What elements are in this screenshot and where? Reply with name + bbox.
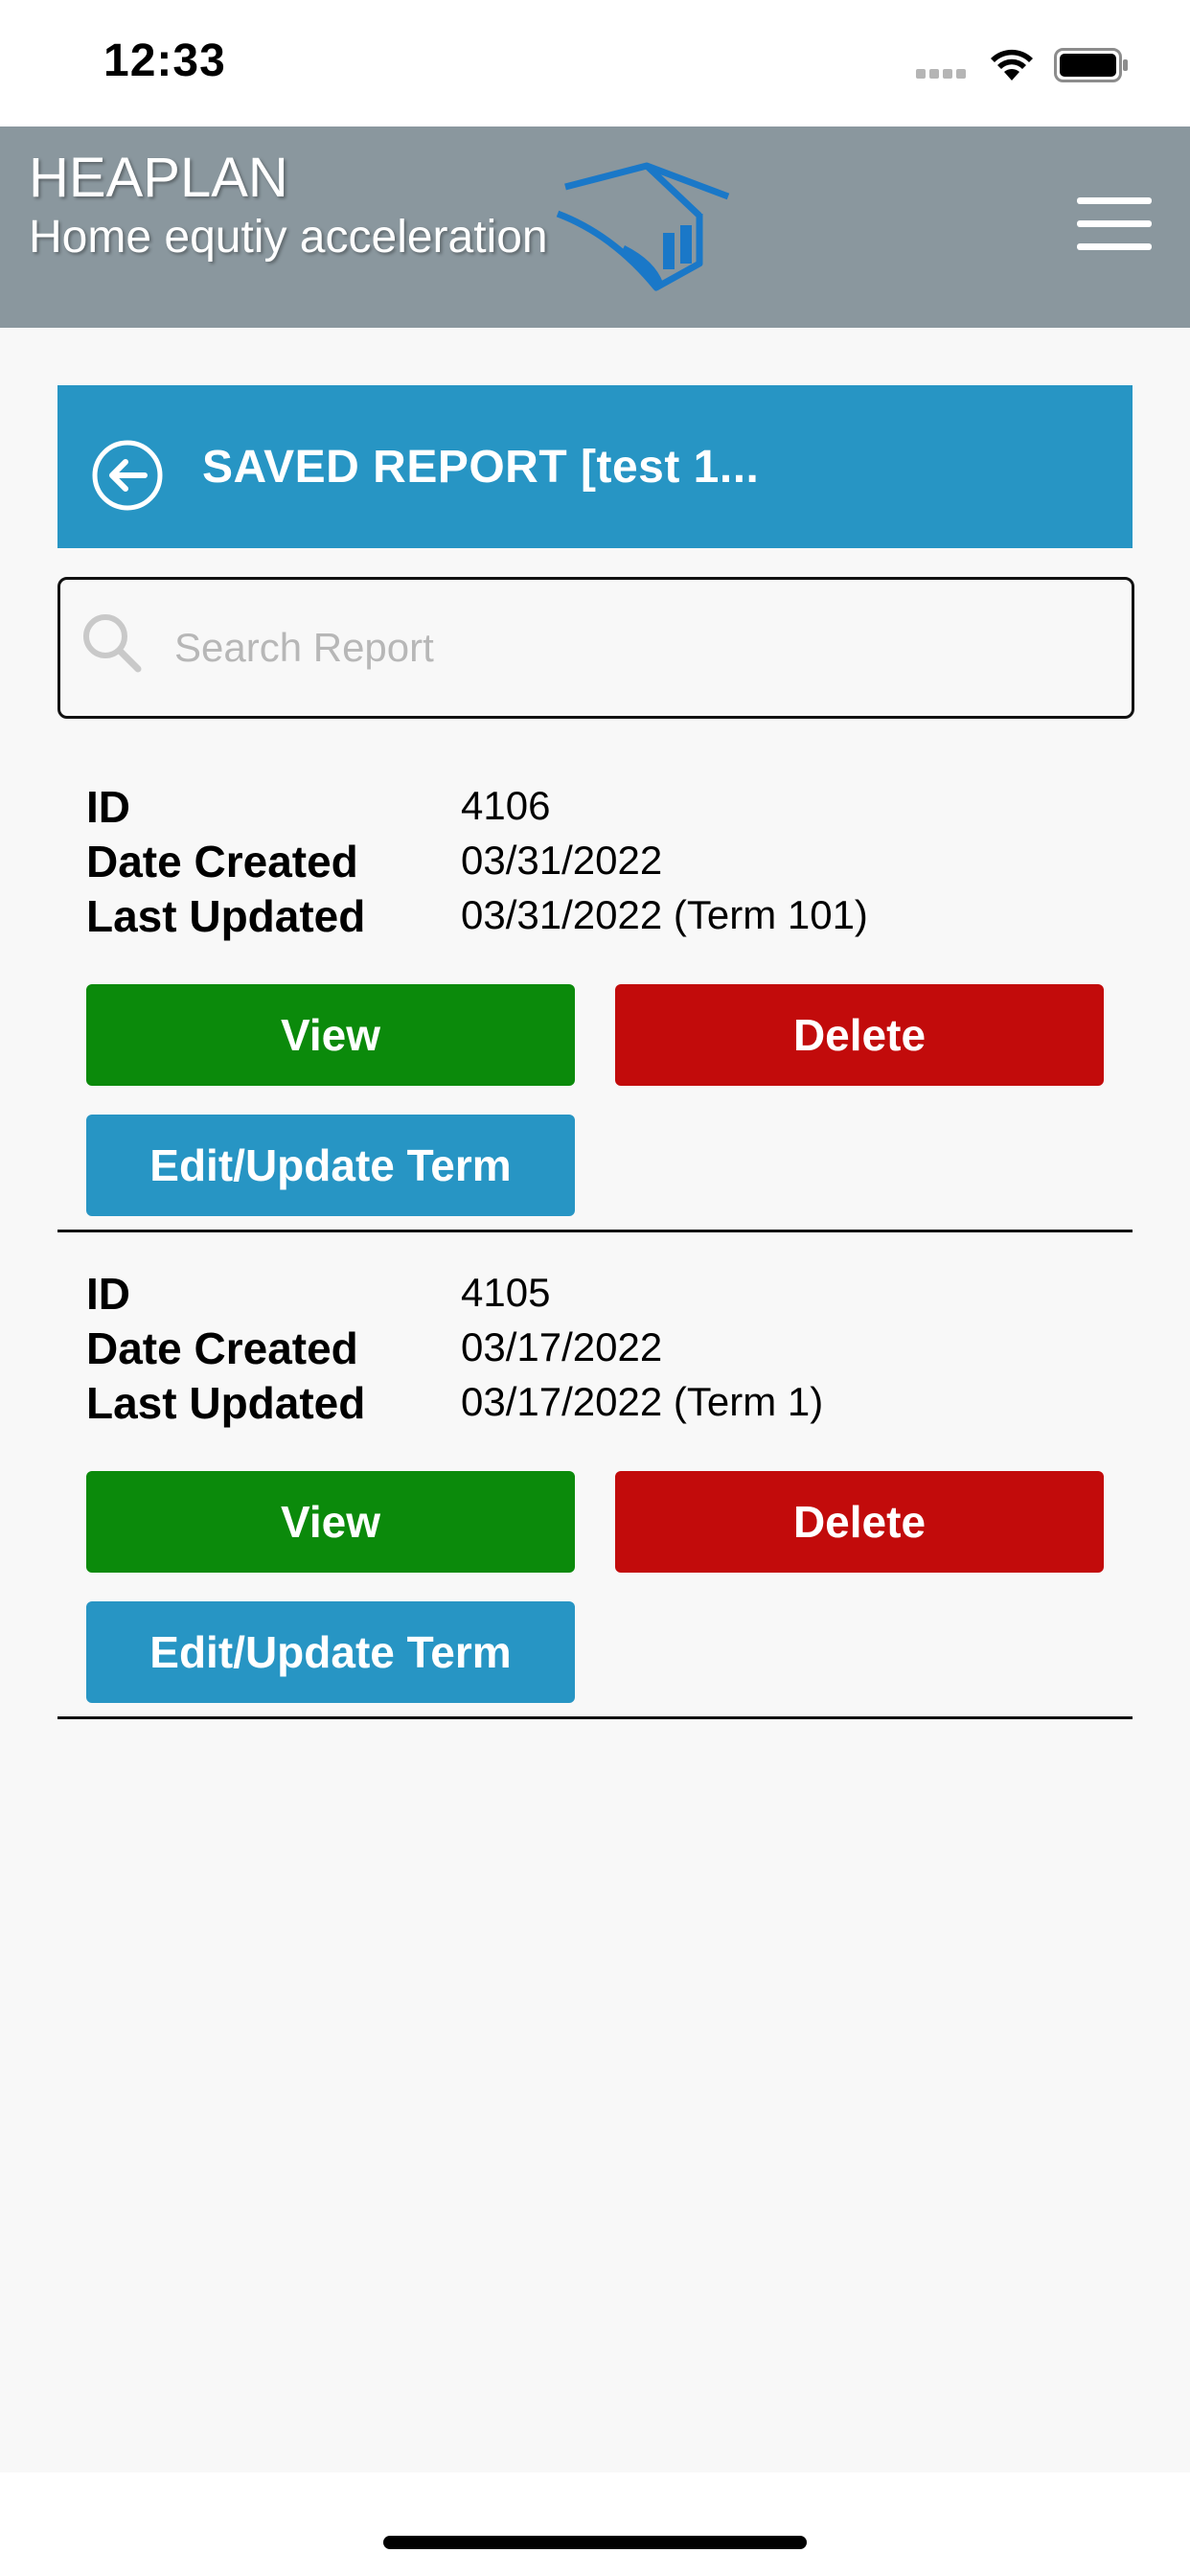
date-created-label: Date Created <box>86 837 358 886</box>
battery-icon <box>1054 48 1128 82</box>
date-created-label: Date Created <box>86 1323 358 1373</box>
id-value: 4105 <box>461 1270 551 1315</box>
page-title: SAVED REPORT [test 1... <box>202 442 760 493</box>
delete-button[interactable]: Delete <box>615 984 1104 1086</box>
house-logo-icon <box>556 162 730 291</box>
last-updated-label: Last Updated <box>86 1378 366 1428</box>
brand-subtitle: Home equtiy acceleration <box>29 212 548 263</box>
back-arrow-circle-icon[interactable] <box>91 439 164 512</box>
view-button[interactable]: View <box>86 984 575 1086</box>
id-label: ID <box>86 1269 130 1319</box>
edit-update-term-button[interactable]: Edit/Update Term <box>86 1601 575 1703</box>
cellular-signal-icon <box>916 69 966 79</box>
last-updated-label: Last Updated <box>86 891 366 941</box>
delete-button[interactable]: Delete <box>615 1471 1104 1573</box>
last-updated-value: 03/31/2022 (Term 101) <box>461 892 868 937</box>
divider <box>57 1230 1133 1232</box>
date-created-value: 03/31/2022 <box>461 838 663 883</box>
search-input[interactable] <box>172 613 1096 682</box>
hamburger-menu-icon[interactable] <box>1077 197 1152 255</box>
status-time: 12:33 <box>103 35 226 86</box>
view-button[interactable]: View <box>86 1471 575 1573</box>
brand-title: HEAPLAN <box>29 147 288 209</box>
last-updated-value: 03/17/2022 (Term 1) <box>461 1379 824 1424</box>
wifi-icon <box>991 49 1033 80</box>
home-indicator[interactable] <box>383 2536 807 2549</box>
id-value: 4106 <box>461 783 551 828</box>
edit-update-term-button[interactable]: Edit/Update Term <box>86 1115 575 1216</box>
divider <box>57 1716 1133 1719</box>
id-label: ID <box>86 782 130 832</box>
search-icon <box>83 614 142 673</box>
date-created-value: 03/17/2022 <box>461 1324 663 1369</box>
bottom-safe-area <box>0 2472 1190 2576</box>
